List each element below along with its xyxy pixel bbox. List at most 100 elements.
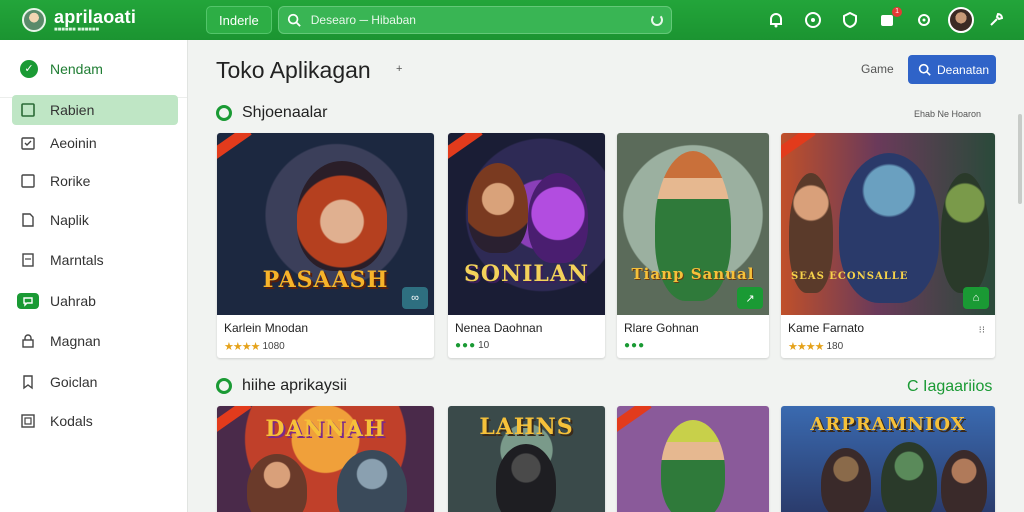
bookmark-icon	[20, 374, 36, 390]
sidebar-item-rorike[interactable]: Rorike	[12, 166, 178, 196]
sidebar-item-naplik[interactable]: Naplik	[12, 205, 178, 235]
sidebar-item-kodals[interactable]: Kodals	[12, 406, 178, 436]
rating-dots: ●●●	[624, 340, 646, 351]
sidebar-item-label: Magnan	[50, 333, 101, 349]
ring-icon	[216, 105, 232, 121]
app-artwork: Tianp Sanual ↗	[617, 133, 769, 315]
game-title-art: Tianp Sanual	[631, 265, 755, 283]
game-title-art: LAHNS	[479, 414, 574, 440]
box-icon	[20, 413, 36, 429]
app-name: Rlare Gohnan	[624, 321, 699, 335]
sidebar-header[interactable]: ✓ Nendam	[0, 40, 187, 98]
game-link[interactable]: Game	[861, 62, 894, 76]
sidebar-item-label: Goiclan	[50, 374, 98, 390]
sidebar-item-label: Marntals	[50, 252, 104, 268]
shield-icon[interactable]	[840, 10, 860, 30]
sidebar-item-aeoinin[interactable]: Aeoinin	[12, 128, 178, 158]
app-artwork: LAHNS	[448, 406, 605, 512]
section-title: hiihe aprikaysii	[242, 377, 347, 394]
chat-icon	[17, 293, 39, 309]
app-rating: ●●●	[624, 340, 647, 351]
sidebar-item-label: Kodals	[50, 413, 93, 429]
loading-icon	[650, 14, 663, 26]
app-name: Nenea Daohnan	[455, 321, 543, 335]
notification-badge: 1	[892, 7, 902, 17]
sidebar-item-label: Aeoinin	[50, 135, 97, 151]
check-icon: ✓	[20, 59, 38, 78]
game-title-art: SONILAN	[463, 261, 590, 287]
search-button[interactable]: Deanatan	[908, 55, 996, 84]
compass-icon[interactable]	[803, 10, 823, 30]
search-placeholder: Desearo ─ Hibaban	[310, 13, 416, 27]
sidebar-item-marntals[interactable]: Marntals	[12, 245, 178, 275]
link-icon[interactable]: ∞	[402, 287, 428, 309]
rating-value: 10	[478, 340, 490, 351]
game-title-art: SEAS ECONSALLE	[791, 271, 909, 282]
logo-title: aprilaoati	[54, 6, 137, 27]
app-artwork: ARPRAMNIOX	[781, 406, 995, 512]
share-icon[interactable]: ↗	[737, 287, 763, 309]
game-title-art: DANNAH	[265, 416, 386, 442]
section-header: hiihe aprikaysii	[216, 377, 347, 395]
settings-icon[interactable]	[914, 10, 934, 30]
wrench-icon[interactable]	[986, 10, 1006, 30]
sidebar-item-label: Rabien	[50, 102, 95, 118]
app-artwork: SEAS ECONSALLE ⌂	[781, 133, 995, 315]
add-icon[interactable]: +	[396, 63, 402, 75]
sidebar-item-magnan[interactable]: Magnan	[12, 326, 178, 356]
rating-value: 180	[826, 341, 844, 352]
search-icon	[918, 63, 931, 76]
app-card[interactable]: SEAS ECONSALLE ⌂ Kame Farnato ★★★★ 180 ⁝…	[781, 133, 995, 358]
top-tab[interactable]: Inderle	[206, 6, 272, 34]
app-name: Kame Farnato	[788, 321, 865, 335]
home-icon[interactable]: ⌂	[963, 287, 989, 309]
see-more-link[interactable]: Ehab Ne Hoaron	[914, 109, 981, 119]
rating-stars: ★★★★	[788, 341, 824, 353]
section-title: Shjoenaalar	[242, 104, 328, 121]
scrollbar[interactable]	[1018, 114, 1022, 204]
ring-icon	[216, 378, 232, 394]
document-icon	[20, 212, 36, 228]
search-button-label: Deanatan	[937, 62, 990, 77]
app-rating: ★★★★ 1080	[224, 340, 285, 353]
rating-stars: ★★★★	[224, 341, 260, 353]
search-input[interactable]: Desearo ─ Hibaban	[277, 6, 672, 34]
see-more-link[interactable]: C Iagaariios	[907, 378, 992, 396]
app-card[interactable]: Tianp Sanual ↗ Rlare Gohnan ●●●	[617, 133, 769, 358]
app-card[interactable]: PASAASH ∞ Karlein Mnodan ★★★★ 1080	[217, 133, 434, 358]
sidebar-item-label: Uahrab	[50, 293, 96, 309]
user-avatar[interactable]	[948, 7, 974, 33]
app-card[interactable]: DANNAH	[217, 406, 434, 512]
rating-value: 1080	[262, 341, 285, 352]
top-bar: aprilaoati ■■■■■■ ■■■■■■ Inderle Desearo…	[0, 0, 1024, 40]
app-artwork: DANNAH	[217, 406, 434, 512]
sidebar-item-goiclan[interactable]: Goiclan	[12, 367, 178, 397]
game-title-art: ARPRAMNIOX	[810, 414, 966, 435]
rating-dots: ●●●	[455, 340, 477, 351]
sidebar-item-uahrab[interactable]: Uahrab	[12, 286, 178, 316]
app-card[interactable]: ARPRAMNIOX	[781, 406, 995, 512]
note-icon	[20, 252, 36, 268]
square-icon	[20, 102, 36, 118]
bell-icon[interactable]	[766, 10, 786, 30]
sidebar-header-label: Nendam	[50, 60, 103, 77]
logo-subtitle: ■■■■■■ ■■■■■■	[54, 26, 100, 33]
app-name: Karlein Mnodan	[224, 321, 309, 335]
app-artwork	[617, 406, 769, 512]
sidebar: ✓ Nendam Rabien Aeoinin Rorike Naplik Ma…	[0, 40, 188, 512]
main-content: Toko Aplikagan + Game Deanatan Shjoenaal…	[189, 40, 1024, 512]
app-artwork: SONILAN	[448, 133, 605, 315]
sidebar-item-label: Rorike	[50, 173, 91, 189]
app-card[interactable]: LAHNS	[448, 406, 605, 512]
page-title: Toko Aplikagan	[216, 57, 371, 83]
notification-icon[interactable]: 1	[877, 7, 902, 30]
sidebar-item-rabien[interactable]: Rabien	[12, 95, 178, 125]
app-card[interactable]	[617, 406, 769, 512]
calendar-icon	[20, 135, 36, 151]
square-icon	[20, 173, 36, 189]
app-logo[interactable]: aprilaoati ■■■■■■ ■■■■■■	[0, 8, 200, 33]
app-card[interactable]: SONILAN Nenea Daohnan ●●● 10	[448, 133, 605, 358]
more-options-icon[interactable]: ⁝⁝	[979, 325, 985, 336]
logo-avatar	[22, 8, 46, 32]
app-artwork: PASAASH ∞	[217, 133, 434, 315]
